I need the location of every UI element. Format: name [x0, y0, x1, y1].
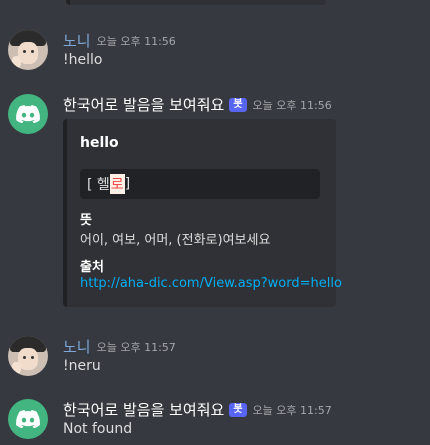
pronunciation-right: ] — [124, 176, 131, 192]
message-text: !neru — [63, 358, 101, 374]
timestamp[interactable]: 오늘 오후 11:56 — [97, 33, 176, 49]
author-name[interactable]: 노니 — [63, 336, 91, 357]
bot-avatar[interactable] — [8, 399, 48, 439]
source-link[interactable]: http://aha-dic.com/View.asp?word=hello — [80, 276, 342, 291]
author-name[interactable]: 노니 — [63, 30, 91, 51]
discord-logo-icon — [16, 105, 40, 123]
field-meaning-name: 뜻 — [80, 213, 92, 228]
timestamp[interactable]: 오늘 오후 11:56 — [253, 97, 332, 113]
field-source-name: 출처 — [80, 260, 104, 275]
message-text: !hello — [63, 52, 103, 68]
author-name[interactable]: 한국어로 발음을 보여줘요 — [63, 94, 224, 115]
pronunciation-box: [ 헬 로] — [80, 169, 320, 199]
author-name[interactable]: 한국어로 발음을 보여줘요 — [63, 399, 224, 420]
timestamp[interactable]: 오늘 오후 11:57 — [253, 402, 332, 418]
pronunciation-highlight: 로 — [109, 174, 125, 194]
user-avatar[interactable] — [8, 30, 48, 70]
bot-avatar[interactable] — [8, 94, 48, 134]
embed-title: hello — [80, 135, 119, 151]
timestamp[interactable]: 오늘 오후 11:57 — [97, 339, 176, 355]
user-avatar[interactable] — [8, 336, 48, 376]
discord-logo-icon — [16, 410, 40, 428]
embed: hello [ 헬 로] 뜻 어이, 여보, 어머, (전화로)여보세요 출처 h… — [63, 119, 342, 307]
bot-tag: 봇 — [229, 402, 247, 417]
field-meaning-value: 어이, 여보, 어머, (전화로)여보세요 — [80, 233, 271, 248]
message-text: Not found — [63, 421, 133, 437]
bot-tag: 봇 — [229, 97, 247, 112]
previous-embed-edge — [66, 0, 326, 5]
pronunciation-left: [ 헬 — [87, 177, 110, 193]
